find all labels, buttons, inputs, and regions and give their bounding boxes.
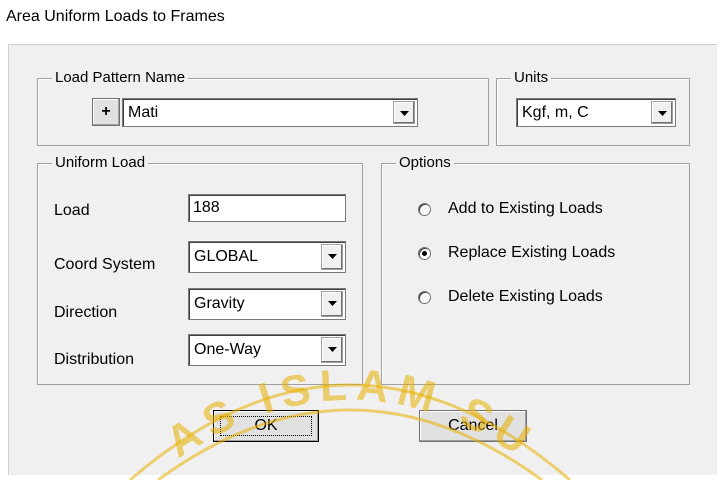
uniform-load-group-label: Uniform Load	[52, 153, 149, 173]
load-value-input[interactable]: 188	[188, 194, 346, 222]
uniform-load-group: Uniform Load Load 188 Coord System GLOBA…	[37, 153, 363, 385]
option-delete-existing-label: Delete Existing Loads	[448, 288, 603, 305]
units-group: Units Kgf, m, C	[496, 68, 690, 146]
cancel-button[interactable]: Cancel	[419, 410, 527, 442]
option-replace-existing-label: Replace Existing Loads	[448, 244, 616, 261]
option-add-existing-label: Add to Existing Loads	[448, 200, 603, 217]
units-value: Kgf, m, C	[522, 104, 589, 121]
distribution-select[interactable]: One-Way	[188, 334, 346, 366]
load-pattern-group-label: Load Pattern Name	[52, 68, 189, 88]
load-pattern-select[interactable]: Mati	[122, 98, 418, 127]
chevron-down-icon[interactable]	[393, 101, 415, 124]
distribution-value: One-Way	[194, 341, 261, 358]
ok-button[interactable]: OK	[213, 410, 319, 442]
chevron-down-icon[interactable]	[321, 244, 343, 270]
units-select[interactable]: Kgf, m, C	[516, 98, 676, 127]
coord-system-select[interactable]: GLOBAL	[188, 241, 346, 273]
add-load-pattern-button[interactable]: +	[92, 98, 120, 126]
load-pattern-group: Load Pattern Name + Mati	[37, 68, 489, 146]
options-group: Options Add to Existing Loads Replace Ex…	[381, 153, 690, 385]
direction-value: Gravity	[194, 295, 245, 312]
dialog-body: Load Pattern Name + Mati Units Kgf, m, C…	[8, 44, 717, 475]
coord-system-value: GLOBAL	[194, 248, 259, 265]
direction-select[interactable]: Gravity	[188, 288, 346, 320]
focus-rectangle	[220, 416, 312, 436]
distribution-label: Distribution	[54, 351, 135, 368]
chevron-down-icon[interactable]	[651, 101, 673, 124]
chevron-down-icon[interactable]	[321, 337, 343, 363]
radio-delete-existing[interactable]	[418, 291, 431, 304]
window-title: Area Uniform Loads to Frames	[6, 8, 225, 25]
direction-label: Direction	[54, 304, 118, 321]
coord-system-label: Coord System	[54, 256, 156, 273]
radio-replace-existing[interactable]	[418, 247, 431, 260]
cancel-button-label: Cancel	[448, 417, 498, 434]
units-group-label: Units	[511, 68, 552, 88]
load-label: Load	[54, 202, 90, 219]
chevron-down-icon[interactable]	[321, 291, 343, 317]
add-load-pattern-label: +	[101, 103, 111, 120]
radio-add-existing[interactable]	[418, 203, 431, 216]
options-group-label: Options	[396, 153, 454, 173]
load-pattern-value: Mati	[128, 104, 159, 121]
